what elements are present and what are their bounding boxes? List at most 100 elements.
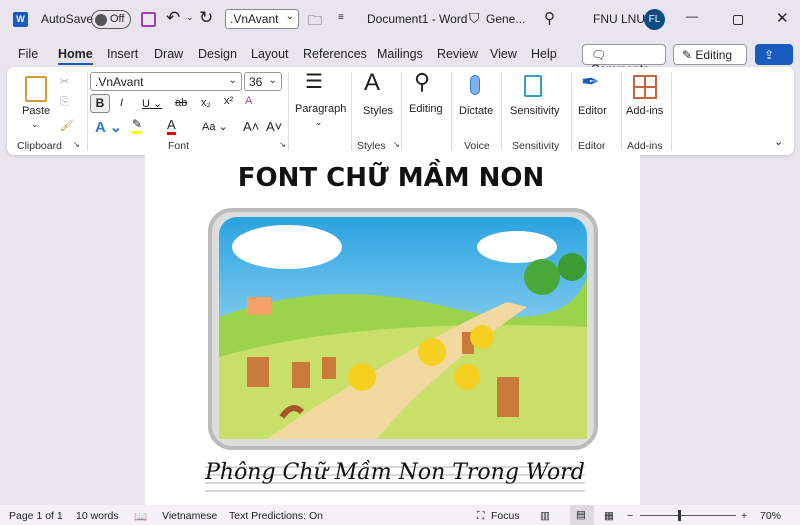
proofing-icon[interactable]: 📖 xyxy=(134,510,147,523)
editor-button[interactable]: Editor xyxy=(578,105,607,117)
microphone-icon xyxy=(470,75,480,95)
zoom-out-icon[interactable]: − xyxy=(627,510,633,522)
user-name[interactable]: FNU LNU xyxy=(593,12,645,26)
copy-icon[interactable]: ⎘ xyxy=(60,96,69,109)
autosave-label: AutoSave xyxy=(41,12,94,26)
styles-button[interactable]: Styles xyxy=(363,105,393,117)
tab-layout[interactable]: Layout xyxy=(251,47,289,61)
group-sensitivity: Sensitivity xyxy=(512,140,560,152)
tab-view[interactable]: View xyxy=(490,47,517,61)
focus-icon[interactable]: ⛶ xyxy=(477,510,484,523)
collapse-ribbon-icon[interactable]: ⌄ xyxy=(774,135,783,148)
comment-icon: 🗨 xyxy=(591,48,607,62)
tab-file[interactable]: File xyxy=(18,47,38,61)
toggle-state: Off xyxy=(110,13,125,25)
find-icon: ⚲ xyxy=(414,69,431,94)
close-icon[interactable]: ✕ xyxy=(776,9,789,27)
page-count[interactable]: Page 1 of 1 xyxy=(9,510,63,522)
underline-button[interactable]: U ⌄ xyxy=(142,97,162,110)
paragraph-icon: ☰ xyxy=(305,71,323,93)
paragraph-dropdown-icon[interactable]: ⌄ xyxy=(315,117,323,128)
italic-button[interactable]: I xyxy=(120,97,123,109)
share-button[interactable]: ⇪ ⌄ xyxy=(755,44,793,76)
language[interactable]: Vietnamese xyxy=(162,510,217,522)
avatar[interactable]: FL xyxy=(644,9,665,30)
tab-design[interactable]: Design xyxy=(198,47,237,61)
font-size-value: 36 xyxy=(249,75,263,89)
shield-icon[interactable]: ⛉ xyxy=(469,10,480,27)
document-page[interactable]: FONT CHỮ MẦM NON Phông Chữ Mầm Non Trong… xyxy=(145,155,640,505)
paste-dropdown-icon[interactable]: ⌄ xyxy=(31,119,39,130)
cut-icon[interactable]: ✂ xyxy=(60,75,69,88)
font-size-select[interactable]: 36 ⌄ xyxy=(244,72,282,91)
group-editor: Editor xyxy=(578,140,606,152)
editing-button[interactable]: Editing xyxy=(409,103,443,115)
editing-mode-button[interactable]: ✎ Editing ⌄ xyxy=(673,44,747,76)
dictate-button[interactable]: Dictate xyxy=(459,105,493,117)
tab-help[interactable]: Help xyxy=(531,47,557,61)
subscript-button[interactable]: x₂ xyxy=(201,97,211,109)
autosave-toggle[interactable]: Off xyxy=(91,10,131,29)
group-styles: Styles xyxy=(357,140,386,152)
font-launcher-icon[interactable]: ↘ xyxy=(279,140,286,149)
tab-draw[interactable]: Draw xyxy=(154,47,183,61)
qat-font-select[interactable]: .VnAvant ⌄ xyxy=(225,9,299,29)
zoom-in-icon[interactable]: + xyxy=(741,510,747,522)
text-effects-icon[interactable]: A ⌄ xyxy=(95,118,122,136)
kindergarten-illustration[interactable] xyxy=(207,207,599,451)
maximize-icon[interactable] xyxy=(733,15,743,25)
open-folder-icon[interactable]: 🗀 xyxy=(308,10,322,34)
bold-button[interactable]: B xyxy=(90,94,110,113)
addins-button[interactable]: Add-ins xyxy=(626,105,663,117)
text-predictions[interactable]: Text Predictions: On xyxy=(229,510,323,522)
minimize-icon[interactable]: — xyxy=(686,9,698,23)
document-title: Document1 - Word xyxy=(367,12,468,26)
sensitivity-icon xyxy=(524,75,542,97)
search-icon[interactable]: ⚲ xyxy=(544,9,555,27)
highlight-icon[interactable]: ✎ xyxy=(132,117,143,134)
undo-dropdown-icon[interactable]: ⌄ xyxy=(186,12,194,23)
strikethrough-button[interactable]: ab xyxy=(175,97,187,109)
tab-review[interactable]: Review xyxy=(437,47,478,61)
format-painter-icon[interactable]: 🖌 xyxy=(60,119,74,132)
zoom-level[interactable]: 70% xyxy=(760,510,781,522)
font-name-select[interactable]: .VnAvant ⌄ xyxy=(90,72,242,91)
sensitivity-button[interactable]: Sensitivity xyxy=(510,105,560,117)
read-mode-icon[interactable]: ▥ xyxy=(540,510,550,522)
superscript-button[interactable]: x² xyxy=(224,95,233,107)
shrink-font-icon[interactable]: A˅ xyxy=(266,119,282,134)
undo-icon[interactable]: ↶ xyxy=(166,8,180,28)
word-logo-icon: W xyxy=(13,12,28,27)
tab-insert[interactable]: Insert xyxy=(107,47,138,61)
script-text: Phông Chữ Mầm Non Trong Word xyxy=(205,460,585,485)
clipboard-launcher-icon[interactable]: ↘ xyxy=(73,140,80,149)
title-bar: W AutoSave Off ↶ ⌄ ↻ .VnAvant ⌄ 🗀 ≡ Docum… xyxy=(0,0,800,40)
document-heading: FONT CHỮ MẦM NON xyxy=(237,163,545,193)
font-name-value: .VnAvant xyxy=(95,75,144,89)
customize-qat-icon[interactable]: ≡ xyxy=(338,12,344,23)
paragraph-button[interactable]: Paragraph xyxy=(295,103,346,115)
addins-icon xyxy=(633,75,657,99)
zoom-slider[interactable] xyxy=(640,510,736,521)
font-color-icon[interactable]: A xyxy=(167,117,176,135)
styles-launcher-icon[interactable]: ↘ xyxy=(393,140,400,149)
redo-icon[interactable]: ↻ xyxy=(199,8,213,28)
tab-references[interactable]: References xyxy=(303,47,367,61)
paste-button[interactable]: Paste xyxy=(22,105,50,117)
tab-mailings[interactable]: Mailings xyxy=(377,47,423,61)
comments-button[interactable]: 🗨 Comments xyxy=(582,44,666,76)
print-layout-icon[interactable]: ▤ xyxy=(570,505,594,525)
status-bar: Page 1 of 1 10 words 📖 Vietnamese Text P… xyxy=(0,505,800,525)
group-addins: Add-ins xyxy=(627,140,663,152)
sensitivity-label[interactable]: Gene... xyxy=(486,12,525,26)
save-icon[interactable] xyxy=(141,12,156,27)
focus-button[interactable]: Focus xyxy=(491,510,520,522)
editor-icon: ✒ xyxy=(581,69,600,94)
word-count[interactable]: 10 words xyxy=(76,510,119,522)
group-font: Font xyxy=(168,140,190,152)
grow-font-icon[interactable]: A˄ xyxy=(243,119,259,134)
web-layout-icon[interactable]: ▦ xyxy=(604,510,614,522)
change-case-button[interactable]: Aa ⌄ xyxy=(202,120,228,133)
clear-formatting-icon[interactable]: A xyxy=(245,95,252,107)
tab-home[interactable]: Home xyxy=(58,47,93,65)
